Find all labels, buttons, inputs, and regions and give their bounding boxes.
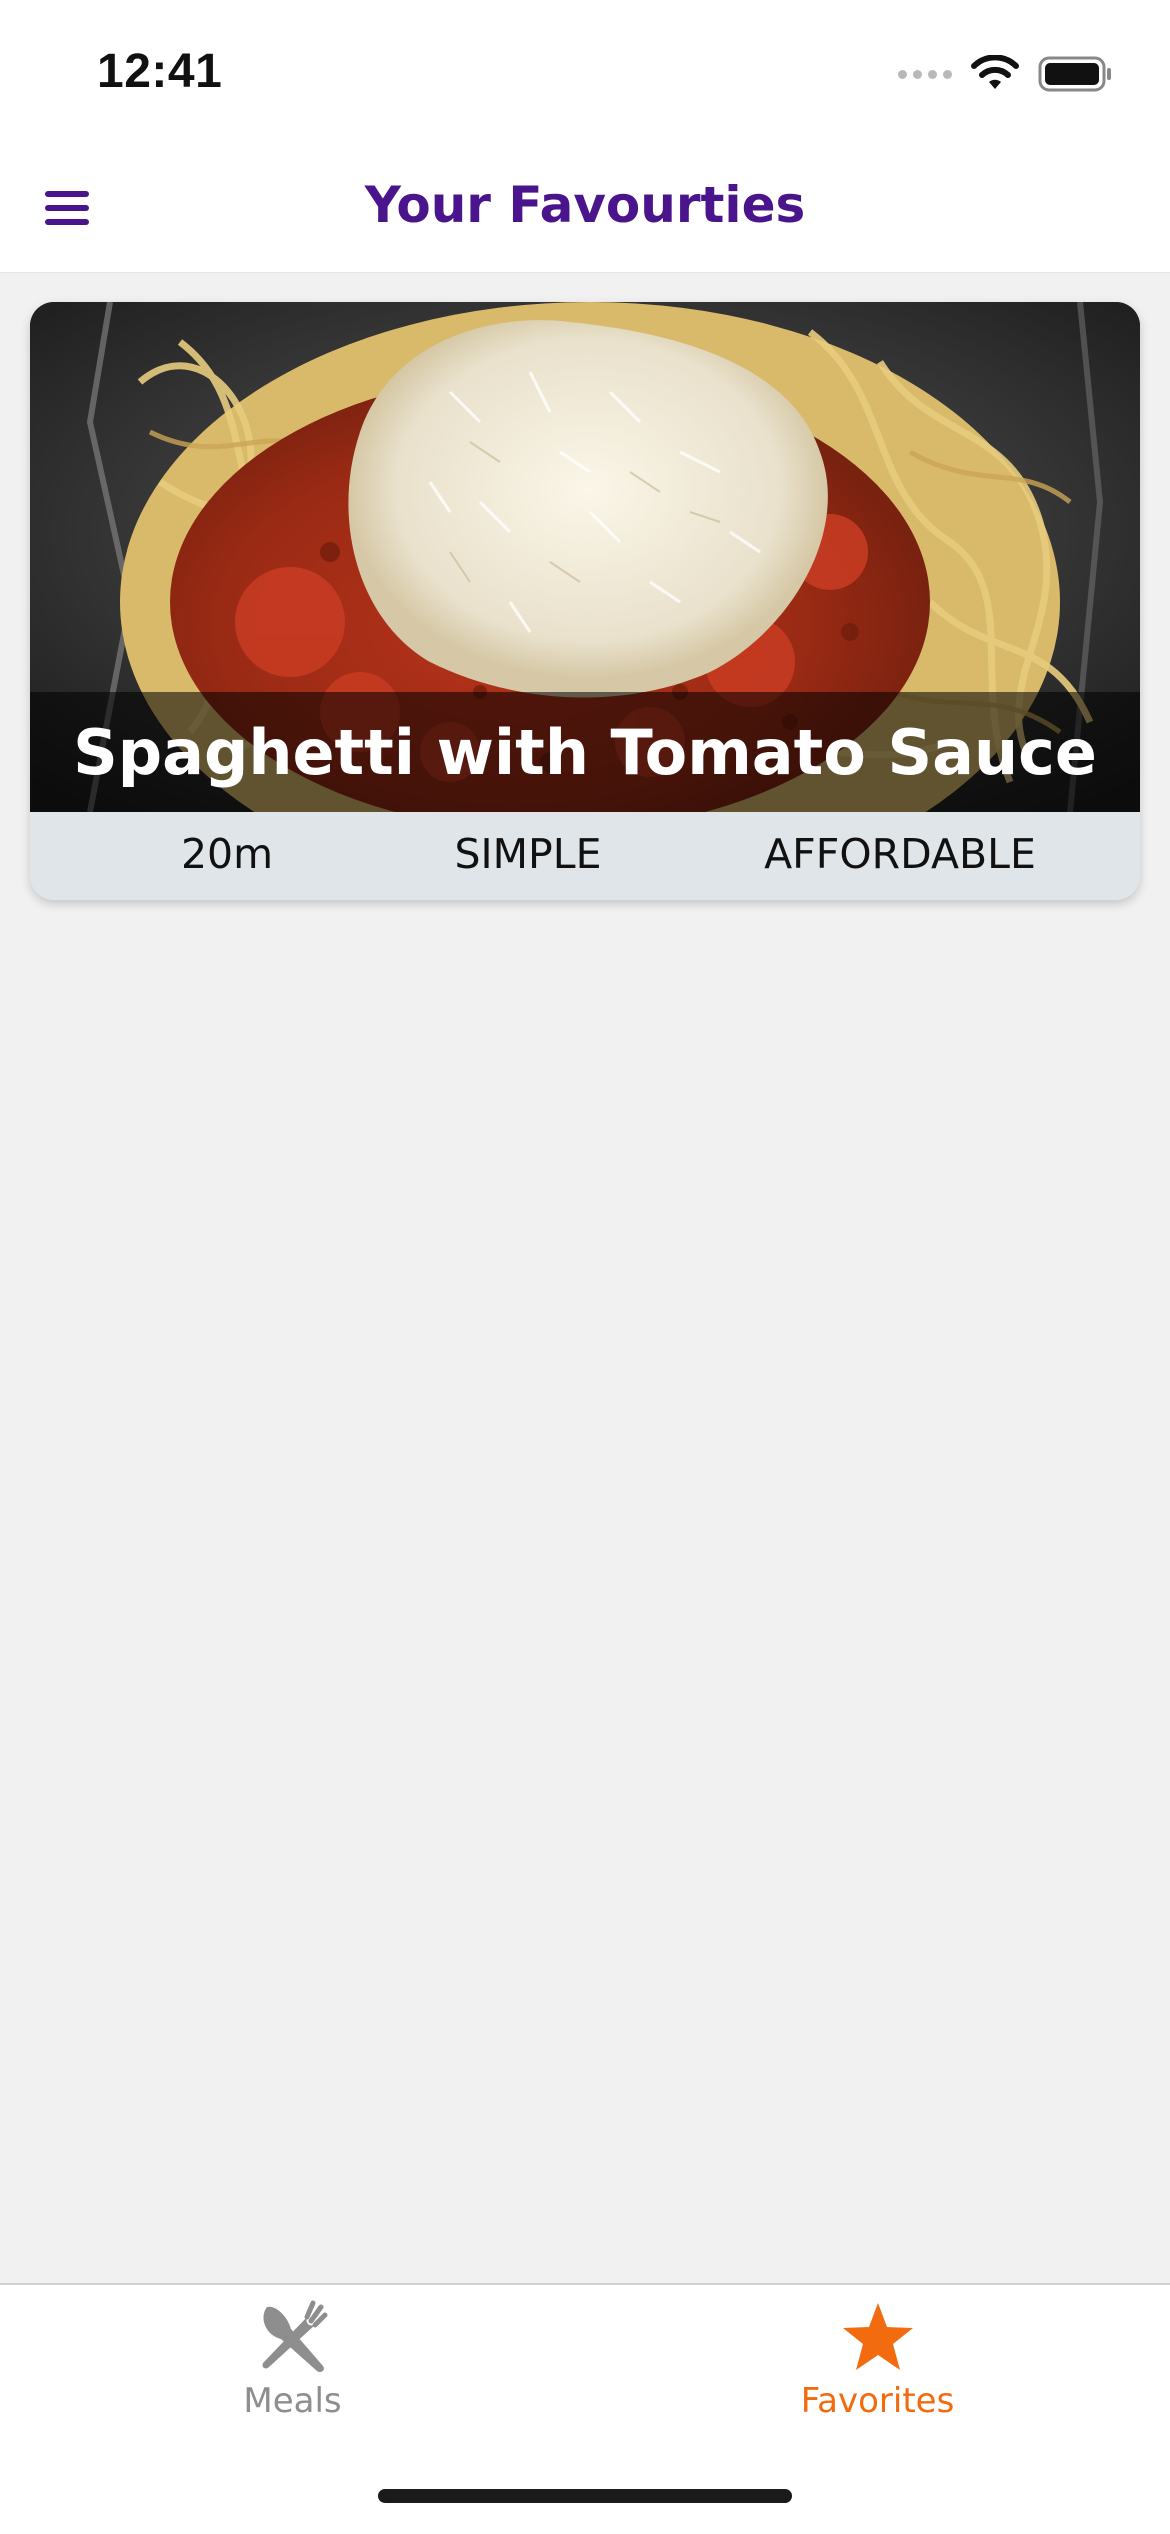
meal-title: Spaghetti with Tomato Sauce — [73, 715, 1097, 789]
tab-favorites[interactable]: Favorites — [585, 2285, 1170, 2445]
meal-complexity: SIMPLE — [454, 830, 602, 878]
status-time: 12:41 — [97, 45, 223, 98]
page-title: Your Favourties — [364, 176, 806, 234]
meal-card[interactable]: Spaghetti with Tomato Sauce 20m SIMPLE A… — [30, 302, 1140, 900]
meal-affordability: AFFORDABLE — [764, 830, 1036, 878]
meal-title-bar: Spaghetti with Tomato Sauce — [30, 692, 1140, 812]
star-icon — [842, 2303, 913, 2370]
home-indicator — [378, 2489, 792, 2503]
meal-image: Spaghetti with Tomato Sauce — [30, 302, 1140, 812]
battery-icon — [1038, 56, 1111, 92]
fork-knife-icon — [262, 2300, 327, 2373]
status-bar: 12:41 — [0, 0, 1170, 140]
meal-duration: 20m — [180, 830, 274, 878]
wifi-icon — [971, 55, 1019, 89]
app-header: Your Favourties — [0, 140, 1170, 273]
tab-meals-label: Meals — [243, 2381, 342, 2421]
cellular-signal-icon — [898, 69, 952, 79]
tab-meals[interactable]: Meals — [0, 2285, 585, 2445]
meal-details: 20m SIMPLE AFFORDABLE — [30, 812, 1140, 900]
tab-favorites-label: Favorites — [800, 2381, 955, 2421]
status-icons — [898, 52, 1114, 96]
